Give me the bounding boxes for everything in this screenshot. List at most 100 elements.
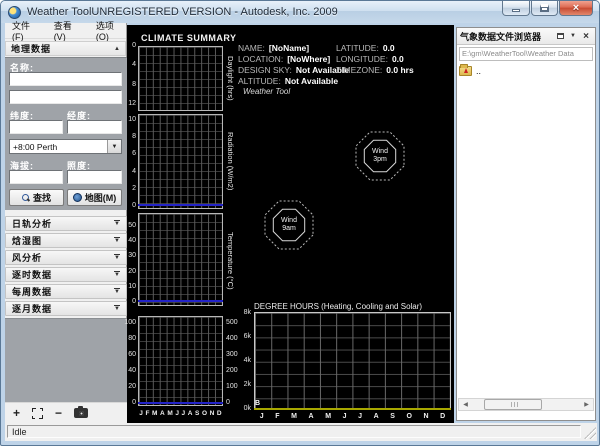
month-label: A	[309, 413, 314, 420]
maximize-button[interactable]	[531, 1, 558, 16]
resize-grip[interactable]	[584, 427, 596, 439]
coordinates-info: LATITUDE:0.0 LONGITUDE:0.0 TIMEZONE:0.0 …	[336, 42, 414, 75]
menu-item[interactable]: 选项(O)	[96, 19, 126, 42]
collapse-up-icon[interactable]: ▲	[114, 46, 120, 52]
parent-directory-label: ..	[476, 66, 481, 76]
month-label: N	[424, 413, 429, 420]
month-axis: JFMAMJJASOND	[138, 410, 223, 417]
close-button[interactable]: ×	[559, 1, 593, 16]
altitude-input[interactable]	[9, 170, 63, 184]
wind-label-line2: 3pm	[373, 156, 387, 164]
month-label: M	[291, 413, 297, 420]
month-label: J	[175, 410, 179, 417]
axis-tick: 6	[132, 150, 136, 157]
info-timezone-value: 0.0 hrs	[386, 65, 413, 75]
map-button-label: 地图(M)	[85, 191, 117, 204]
zoom-in-button[interactable]: +	[13, 407, 20, 419]
search-icon	[22, 194, 30, 202]
scrollbar-track[interactable]	[472, 399, 580, 410]
parent-directory-item[interactable]: ..	[459, 64, 593, 78]
axis-tick: 50	[128, 222, 136, 229]
minimize-button[interactable]	[502, 1, 530, 16]
minimize-icon	[512, 9, 520, 12]
window-title: Weather ToolUNREGISTERED VERSION - Autod…	[27, 6, 338, 18]
section-psychrometric-chart[interactable]: 焓湿图 ▼	[5, 233, 127, 248]
menu-item[interactable]: 文件(F)	[12, 19, 41, 42]
section-weekly-data[interactable]: 每周数据 ▼	[5, 284, 127, 299]
scrollbar-thumb[interactable]	[484, 399, 542, 410]
section-label: 逐时数据	[12, 268, 52, 281]
geo-data-panel-header[interactable]: 地理数据 ▲	[5, 41, 126, 56]
file-list: ..	[459, 64, 593, 78]
info-latitude-value: 0.0	[383, 43, 395, 53]
chevron-down-icon: ▼	[114, 220, 120, 227]
axis-tick: 6k	[244, 333, 251, 340]
axis-tick: 30	[128, 252, 136, 259]
panel-close-button[interactable]: ×	[580, 30, 592, 42]
axis-tick: 10	[128, 116, 136, 123]
month-label: J	[343, 413, 347, 420]
timezone-dropdown[interactable]: +8:00 Perth ▼	[9, 139, 122, 154]
scroll-right-arrow[interactable]: ▶	[580, 399, 593, 410]
file-browser-header: 气象数据文件浏览器 ▼ ×	[457, 28, 595, 45]
wind-rose-9am-label: Wind 9am	[261, 197, 317, 253]
status-text: Idle	[7, 425, 581, 438]
sidebar: 文件(F)查看(V)选项(O) 地理数据 ▲ 名称: 纬度: 经度: +8:00…	[5, 23, 127, 423]
browser-path-field[interactable]: E:\gm\WeatherTool\Weather Data	[459, 47, 593, 61]
humidity-axis-ticks: 100806040200	[127, 319, 136, 406]
geo-data-panel: 名称: 纬度: 经度: +8:00 Perth ▼ 海拔: 照度: 查找 地图(…	[5, 57, 127, 210]
daylight-plot	[138, 46, 223, 111]
horizontal-scrollbar[interactable]: ◀ ▶	[458, 398, 594, 411]
daylight-axis-ticks: 04812	[127, 42, 136, 107]
menu-item[interactable]: 查看(V)	[54, 19, 83, 42]
section-wind-analysis[interactable]: 风分析 ▼	[5, 250, 127, 265]
month-label: F	[145, 410, 149, 417]
panel-dropdown-button[interactable]: ▼	[567, 30, 579, 42]
moisture-plot	[138, 316, 223, 406]
axis-tick: 40	[128, 367, 136, 374]
section-hourly-data[interactable]: 逐时数据 ▼	[5, 267, 127, 282]
month-label: A	[160, 410, 165, 417]
axis-tick: 8	[132, 81, 136, 88]
section-label: 逐月数据	[12, 302, 52, 315]
longitude-input[interactable]	[67, 120, 122, 134]
axis-tick: 0	[132, 399, 136, 406]
axis-tick: 0k	[244, 405, 251, 412]
temperature-zero-line	[138, 300, 223, 302]
axis-tick: 20	[128, 383, 136, 390]
search-button-label: 查找	[33, 191, 51, 204]
radiation-plot	[138, 114, 223, 209]
panel-restore-button[interactable]	[554, 30, 566, 42]
chevron-down-icon: ▼	[114, 237, 120, 244]
chevron-down-icon: ▼	[114, 305, 120, 312]
axis-tick: 4	[132, 61, 136, 68]
moisture-zero-line	[138, 402, 223, 404]
search-button[interactable]: 查找	[9, 189, 64, 206]
section-monthly-data[interactable]: 逐月数据 ▼	[5, 301, 127, 316]
month-label: M	[325, 413, 331, 420]
weather-tool-watermark: Weather Tool	[243, 87, 290, 96]
titlebar: Weather ToolUNREGISTERED VERSION - Autod…	[1, 1, 599, 23]
axis-tick: 60	[128, 351, 136, 358]
chart-title: CLIMATE SUMMARY	[141, 33, 237, 43]
map-button[interactable]: 地图(M)	[67, 189, 122, 206]
app-icon	[8, 6, 21, 19]
section-sun-path-analysis[interactable]: 日轨分析 ▼	[5, 216, 127, 231]
zoom-out-button[interactable]: −	[55, 407, 62, 419]
scroll-left-arrow[interactable]: ◀	[459, 399, 472, 410]
wind-rose-9am[interactable]: Wind 9am	[261, 197, 317, 253]
axis-tick: 8	[132, 133, 136, 140]
info-longitude-value: 0.0	[392, 54, 404, 64]
illuminance-input[interactable]	[67, 170, 122, 184]
name-input-2[interactable]	[9, 90, 122, 104]
zoom-extents-button[interactable]	[32, 408, 43, 419]
name-input-1[interactable]	[9, 72, 122, 86]
month-label: D	[217, 410, 222, 417]
latitude-input[interactable]	[9, 120, 63, 134]
snapshot-button[interactable]	[74, 408, 88, 418]
chevron-down-icon[interactable]: ▼	[107, 140, 121, 153]
statusbar: Idle	[5, 423, 597, 441]
section-label: 风分析	[12, 251, 42, 264]
chevron-down-icon: ▼	[114, 254, 120, 261]
wind-rose-3pm[interactable]: Wind 3pm	[352, 128, 408, 184]
